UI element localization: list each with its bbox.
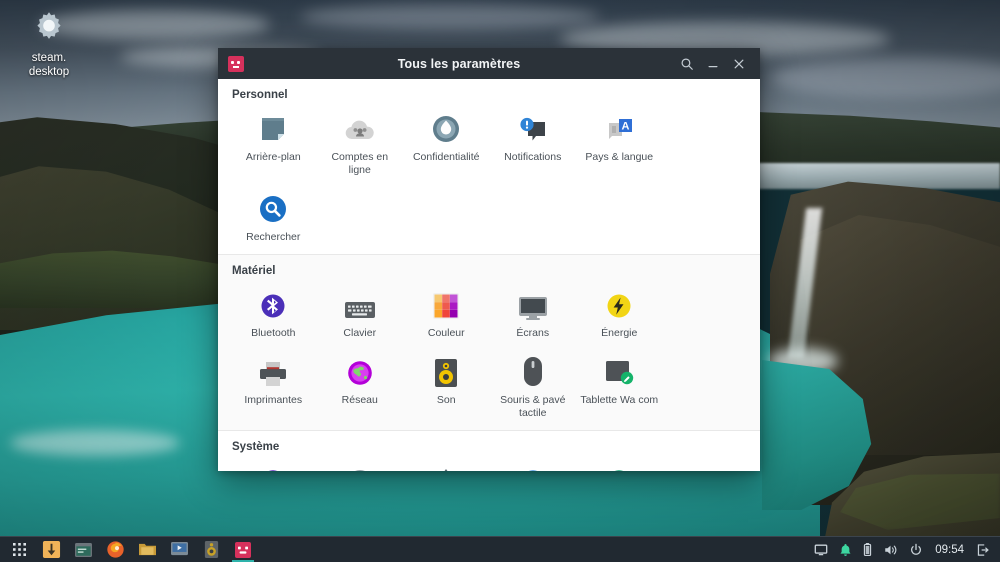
mouse-touchpad-icon xyxy=(521,354,545,388)
tile-privacy[interactable]: Confidentialité xyxy=(403,103,490,183)
terminal-icon[interactable] xyxy=(68,538,98,562)
tile-label: Imprimantes xyxy=(244,394,303,406)
background-icon xyxy=(257,111,289,145)
tile-keyboard[interactable]: Clavier xyxy=(317,279,404,346)
displays-icon xyxy=(517,287,549,321)
desktop: steam. desktop Tous les paramètres Perso… xyxy=(0,0,1000,562)
online-accounts-icon xyxy=(344,111,376,145)
clock[interactable]: 09:54 xyxy=(929,544,970,556)
settings-content: Personnel Arrière-plan Comptes en ligne … xyxy=(218,79,760,471)
wacom-tablet-icon xyxy=(603,354,635,388)
tile-label: Son xyxy=(436,394,456,406)
details-icon xyxy=(431,463,461,471)
tile-label: Bluetooth xyxy=(251,327,296,339)
tile-users[interactable]: Utilisateurs xyxy=(576,455,663,471)
tile-grid: Arrière-plan Comptes en ligne Confidenti… xyxy=(230,103,748,250)
tile-label: Réseau xyxy=(341,394,378,406)
close-icon[interactable] xyxy=(726,51,752,77)
tile-wacom-tablet[interactable]: Tablette Wa com xyxy=(576,346,663,426)
datetime-icon xyxy=(345,463,375,471)
tile-notifications[interactable]: Notifications xyxy=(490,103,577,183)
taskbar-launchers xyxy=(0,538,258,562)
tile-label: Tablette Wa com xyxy=(580,394,659,406)
play-icon[interactable] xyxy=(164,538,194,562)
tile-displays[interactable]: Écrans xyxy=(490,279,577,346)
speaker-icon[interactable] xyxy=(196,538,226,562)
notifications-icon xyxy=(517,111,549,145)
universal-access-icon xyxy=(258,463,288,471)
tile-label: Clavier xyxy=(343,327,377,339)
network-icon xyxy=(345,354,375,388)
settings-app-icon[interactable] xyxy=(228,538,258,562)
tile-label: Arrière-plan xyxy=(245,151,301,163)
tile-background[interactable]: Arrière-plan xyxy=(230,103,317,183)
sharing-icon xyxy=(518,463,548,471)
tile-label: Rechercher xyxy=(246,231,301,243)
grid-icon[interactable] xyxy=(4,538,34,562)
settings-app-icon xyxy=(228,55,244,72)
bell-icon[interactable] xyxy=(834,538,857,562)
tile-online-accounts[interactable]: Comptes en ligne xyxy=(317,103,404,183)
logout-icon[interactable] xyxy=(971,538,995,562)
tile-label: Notifications xyxy=(504,151,562,163)
window-titlebar[interactable]: Tous les paramètres xyxy=(218,48,760,79)
power-button-icon[interactable] xyxy=(904,538,928,562)
settings-window: Tous les paramètres Personnel Arrière-pl… xyxy=(218,48,760,471)
desktop-icon-label-line1: steam. xyxy=(31,52,67,64)
users-icon xyxy=(604,463,634,471)
desktop-icon-steam[interactable]: steam. desktop xyxy=(12,6,86,79)
svg-text:A: A xyxy=(622,121,630,133)
section-title: Personnel xyxy=(232,89,288,101)
minimize-icon[interactable] xyxy=(700,51,726,77)
monitor-icon[interactable] xyxy=(809,538,833,562)
tile-power[interactable]: Énergie xyxy=(576,279,663,346)
tile-label: Pays & langue xyxy=(585,151,654,163)
tile-region-language[interactable]: A Pays & langue xyxy=(576,103,663,183)
folder-icon[interactable] xyxy=(132,538,162,562)
tile-search-settings[interactable]: Rechercher xyxy=(230,183,317,250)
keyboard-icon xyxy=(344,287,376,321)
system-tray: 09:54 xyxy=(809,538,1000,562)
tile-datetime[interactable]: Date & heure xyxy=(317,455,404,471)
bluetooth-icon xyxy=(258,287,288,321)
window-title: Tous les paramètres xyxy=(397,56,521,71)
tile-bluetooth[interactable]: Bluetooth xyxy=(230,279,317,346)
taskbar: 09:54 xyxy=(0,536,1000,562)
tile-printers[interactable]: Imprimantes xyxy=(230,346,317,426)
region-language-icon: A xyxy=(603,111,635,145)
tile-label: Écrans xyxy=(516,327,550,339)
power-icon xyxy=(604,287,634,321)
tile-color[interactable]: Couleur xyxy=(403,279,490,346)
battery-icon[interactable] xyxy=(858,538,877,562)
section-personnel: Personnel Arrière-plan Comptes en ligne … xyxy=(218,79,760,254)
color-icon xyxy=(431,287,461,321)
tile-label: Comptes en ligne xyxy=(331,151,389,176)
tile-label: Couleur xyxy=(427,327,465,339)
printers-icon xyxy=(257,354,289,388)
gear-icon xyxy=(12,6,86,48)
volume-icon[interactable] xyxy=(878,538,903,562)
section-title: Système xyxy=(232,441,280,453)
privacy-icon xyxy=(430,111,462,145)
section-materiel: Matériel Bluetooth Clavier Couleur Écran… xyxy=(218,255,760,430)
tile-details[interactable]: Détails xyxy=(403,455,490,471)
tile-universal-access[interactable]: Accès universel xyxy=(230,455,317,471)
tile-sharing[interactable]: Partage xyxy=(490,455,577,471)
tile-label: Confidentialité xyxy=(412,151,480,163)
tile-grid: Accès universel Date & h xyxy=(230,455,748,471)
search-settings-icon xyxy=(257,191,289,225)
tile-label: Énergie xyxy=(601,327,638,339)
firefox-icon[interactable] xyxy=(100,538,130,562)
tile-mouse-touchpad[interactable]: Souris & pavé tactile xyxy=(490,346,577,426)
tile-label: Souris & pavé tactile xyxy=(500,394,566,419)
sound-icon xyxy=(433,354,459,388)
search-icon[interactable] xyxy=(674,51,700,77)
tile-sound[interactable]: Son xyxy=(403,346,490,426)
section-systeme: Système Accès universel xyxy=(218,431,760,471)
download-arrow-icon[interactable] xyxy=(36,538,66,562)
section-title: Matériel xyxy=(232,265,276,277)
tile-grid: Bluetooth Clavier Couleur Écrans Énergie… xyxy=(230,279,748,426)
tile-network[interactable]: Réseau xyxy=(317,346,404,426)
desktop-icon-label-line2: desktop xyxy=(28,66,70,78)
